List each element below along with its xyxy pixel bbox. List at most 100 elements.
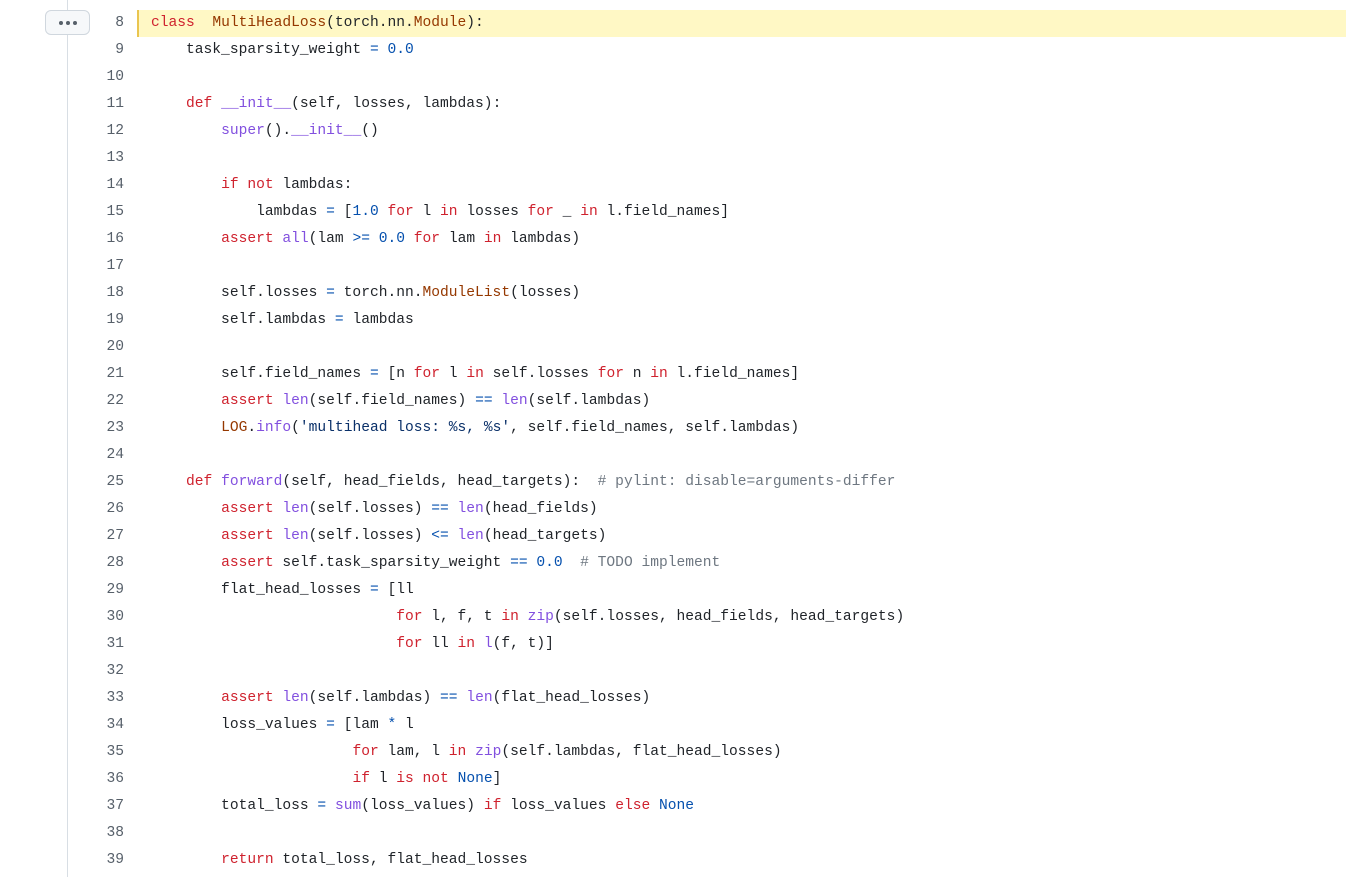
code-line: 29 flat_head_losses = [ll <box>0 577 1346 604</box>
code-token: (lam <box>308 231 353 247</box>
line-number[interactable]: 21 <box>70 361 124 388</box>
code-token: lam, l <box>378 744 449 760</box>
code-token: lambdas) <box>501 231 581 247</box>
code-token: if <box>483 798 502 814</box>
code-token: = <box>326 717 335 733</box>
code-text: assert len(self.lambdas) == len(flat_hea… <box>151 685 650 712</box>
line-number[interactable]: 14 <box>70 172 124 199</box>
line-number[interactable]: 16 <box>70 226 124 253</box>
line-number[interactable]: 13 <box>70 145 124 172</box>
code-token: lambdas <box>151 204 327 220</box>
code-text: assert len(self.losses) <= len(head_targ… <box>151 523 606 550</box>
code-token: == <box>510 555 528 571</box>
code-line: 10 <box>0 64 1346 91</box>
code-token: def <box>186 96 213 112</box>
line-number[interactable]: 33 <box>70 685 124 712</box>
code-token: total_loss <box>151 798 318 814</box>
line-number[interactable]: 9 <box>70 37 124 64</box>
code-token: ): <box>466 15 484 31</box>
line-number[interactable]: 34 <box>70 712 124 739</box>
line-number[interactable]: 18 <box>70 280 124 307</box>
code-token: 'multihead loss: %s, %s' <box>299 420 511 436</box>
code-token: flat_head_losses <box>151 582 370 598</box>
code-text: for ll in l(f, t)] <box>151 631 554 658</box>
code-line: 24 <box>0 442 1346 469</box>
code-token: ] <box>492 771 502 787</box>
line-number[interactable]: 31 <box>70 631 124 658</box>
line-number[interactable]: 11 <box>70 91 124 118</box>
code-text: self.lambdas = lambdas <box>151 307 414 334</box>
code-token: MultiHeadLoss <box>212 15 327 31</box>
code-token: (losses) <box>510 285 581 301</box>
code-text: assert len(self.field_names) == len(self… <box>151 388 650 415</box>
code-token: (torch.nn. <box>326 15 414 31</box>
code-token: __init__ <box>291 123 362 139</box>
line-number[interactable]: 30 <box>70 604 124 631</box>
line-number[interactable]: 25 <box>70 469 124 496</box>
code-token: l <box>369 771 397 787</box>
code-viewer: 8 class MultiHeadLoss(torch.nn.Module): 9 … <box>0 0 1346 877</box>
line-number[interactable]: 24 <box>70 442 124 469</box>
code-line: 13 <box>0 145 1346 172</box>
code-token: if <box>352 771 370 787</box>
code-token: super <box>221 123 265 139</box>
code-token: assert <box>221 393 274 409</box>
line-number[interactable]: 32 <box>70 658 124 685</box>
code-token: = <box>317 798 327 814</box>
code-line: 33 assert len(self.lambdas) == len(flat_… <box>0 685 1346 712</box>
line-number[interactable]: 28 <box>70 550 124 577</box>
line-number[interactable]: 27 <box>70 523 124 550</box>
line-number[interactable]: 22 <box>70 388 124 415</box>
code-token: zip <box>475 744 502 760</box>
code-token: task_sparsity_weight <box>151 42 370 58</box>
code-token: not <box>422 771 449 787</box>
code-line: 21 self.field_names = [n for l in self.l… <box>0 361 1346 388</box>
line-number[interactable]: 36 <box>70 766 124 793</box>
line-number[interactable]: 29 <box>70 577 124 604</box>
code-token: [n <box>378 366 414 382</box>
line-number[interactable]: 17 <box>70 253 124 280</box>
line-number[interactable]: 20 <box>70 334 124 361</box>
line-number[interactable]: 12 <box>70 118 124 145</box>
code-text: assert len(self.losses) == len(head_fiel… <box>151 496 598 523</box>
line-number[interactable]: 10 <box>70 64 124 91</box>
code-token: = <box>369 582 379 598</box>
line-number[interactable]: 19 <box>70 307 124 334</box>
line-number[interactable]: 8 <box>70 10 124 37</box>
line-number[interactable]: 38 <box>70 820 124 847</box>
code-token: for <box>352 744 379 760</box>
code-token: assert <box>221 501 274 517</box>
code-token: assert <box>221 528 274 544</box>
code-text: def forward(self, head_fields, head_targ… <box>151 469 895 496</box>
line-number[interactable]: 35 <box>70 739 124 766</box>
code-text: assert all(lam >= 0.0 for lam in lambdas… <box>151 226 580 253</box>
code-token: forward <box>221 474 283 490</box>
code-text: class MultiHeadLoss(torch.nn.Module): <box>151 10 484 37</box>
code-token: ModuleList <box>422 285 511 301</box>
code-token: loss_values <box>501 798 616 814</box>
code-token: (f, t)] <box>492 636 554 652</box>
code-token: self.losses <box>483 366 598 382</box>
code-token: total_loss, flat_head_losses <box>273 852 528 868</box>
line-number[interactable]: 23 <box>70 415 124 442</box>
code-token: in <box>650 366 668 382</box>
code-token: assert <box>221 231 274 247</box>
code-line: 20 <box>0 334 1346 361</box>
line-number[interactable]: 26 <box>70 496 124 523</box>
code-line: 26 assert len(self.losses) == len(head_f… <box>0 496 1346 523</box>
code-line: 28 assert self.task_sparsity_weight == 0… <box>0 550 1346 577</box>
line-number[interactable]: 15 <box>70 199 124 226</box>
code-token: l <box>396 717 414 733</box>
line-number[interactable]: 39 <box>70 847 124 874</box>
line-number[interactable]: 37 <box>70 793 124 820</box>
code-token: [lam <box>334 717 388 733</box>
code-text: for l, f, t in zip(self.losses, head_fie… <box>151 604 904 631</box>
